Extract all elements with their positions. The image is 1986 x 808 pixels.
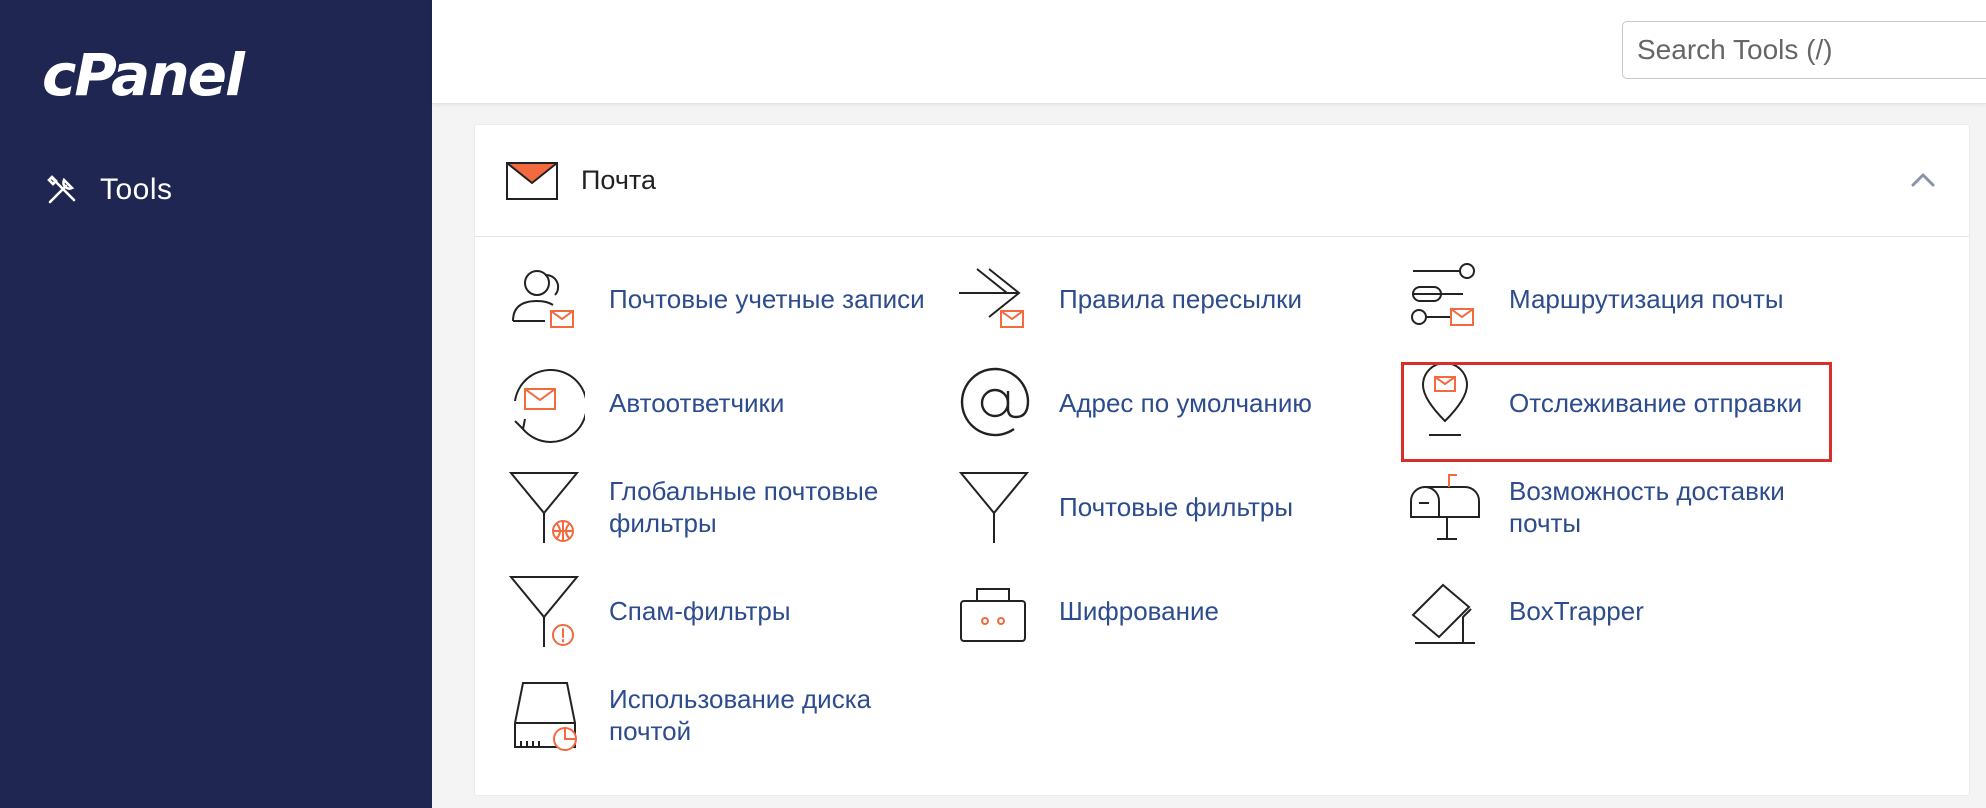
tool-label: Отслеживание отправки xyxy=(1509,388,1803,418)
sidebar: cPanel Tools xyxy=(0,0,432,808)
email-routing-icon xyxy=(1405,259,1485,339)
tool-label: BoxTrapper xyxy=(1509,596,1644,626)
sidebar-item-tools[interactable]: Tools xyxy=(44,168,173,212)
sidebar-item-label: Tools xyxy=(100,173,173,206)
tool-spam-filters[interactable]: Спам-фильтры xyxy=(505,571,949,651)
mail-envelope-icon xyxy=(505,161,559,201)
tool-label: Маршрутизация почты xyxy=(1509,284,1784,314)
autoresponders-icon xyxy=(505,363,585,443)
section-title: Почта xyxy=(581,165,656,195)
encryption-icon xyxy=(955,571,1035,651)
tool-deliverability[interactable]: Возможность доставки почты xyxy=(1405,467,1849,547)
search-tools-input[interactable] xyxy=(1622,21,1986,79)
tool-global-filters[interactable]: Глобальные почтовые фильтры xyxy=(505,467,949,547)
tool-label: Автоответчики xyxy=(609,388,785,418)
tool-disk-usage[interactable]: Использование диска почтой xyxy=(505,675,949,755)
tool-email-accounts[interactable]: Почтовые учетные записи xyxy=(505,259,949,339)
tool-label: Глобальные почтовые фильтры xyxy=(609,476,879,538)
email-section-card: Почта Почтовые учетные записи Правила пе… xyxy=(474,124,1970,796)
tool-boxtrapper[interactable]: BoxTrapper xyxy=(1405,571,1849,651)
tool-default-address[interactable]: Адрес по умолчанию xyxy=(955,363,1399,443)
spam-filters-icon xyxy=(505,571,585,651)
tool-label: Адрес по умолчанию xyxy=(1059,388,1312,418)
top-bar xyxy=(432,0,1986,104)
tool-label: Использование диска почтой xyxy=(609,684,872,746)
tool-email-routing[interactable]: Маршрутизация почты xyxy=(1405,259,1849,339)
disk-usage-icon xyxy=(505,675,585,755)
tool-encryption[interactable]: Шифрование xyxy=(955,571,1399,651)
default-address-icon xyxy=(955,363,1035,443)
cpanel-logo[interactable]: cPanel xyxy=(42,46,245,104)
tool-label: Возможность доставки почты xyxy=(1509,476,1785,538)
tool-track-delivery[interactable]: Отслеживание отправки xyxy=(1405,363,1849,443)
tool-label: Почтовые учетные записи xyxy=(609,284,925,314)
tool-label: Правила пересылки xyxy=(1059,284,1303,314)
email-filters-icon xyxy=(955,467,1035,547)
tool-label: Спам-фильтры xyxy=(609,596,791,626)
tools-icon xyxy=(44,172,80,208)
tool-label: Шифрование xyxy=(1059,596,1219,626)
email-accounts-icon xyxy=(505,259,585,339)
global-filters-icon xyxy=(505,467,585,547)
forwarders-icon xyxy=(955,259,1035,339)
boxtrapper-icon xyxy=(1405,571,1485,651)
section-header[interactable]: Почта xyxy=(475,125,1969,237)
tool-email-filters[interactable]: Почтовые фильтры xyxy=(955,467,1399,547)
tool-autoresponders[interactable]: Автоответчики xyxy=(505,363,949,443)
chevron-up-icon[interactable] xyxy=(1909,169,1937,189)
tool-forwarders[interactable]: Правила пересылки xyxy=(955,259,1399,339)
tool-label: Почтовые фильтры xyxy=(1059,492,1294,522)
track-delivery-icon xyxy=(1405,363,1485,443)
deliverability-icon xyxy=(1405,467,1485,547)
